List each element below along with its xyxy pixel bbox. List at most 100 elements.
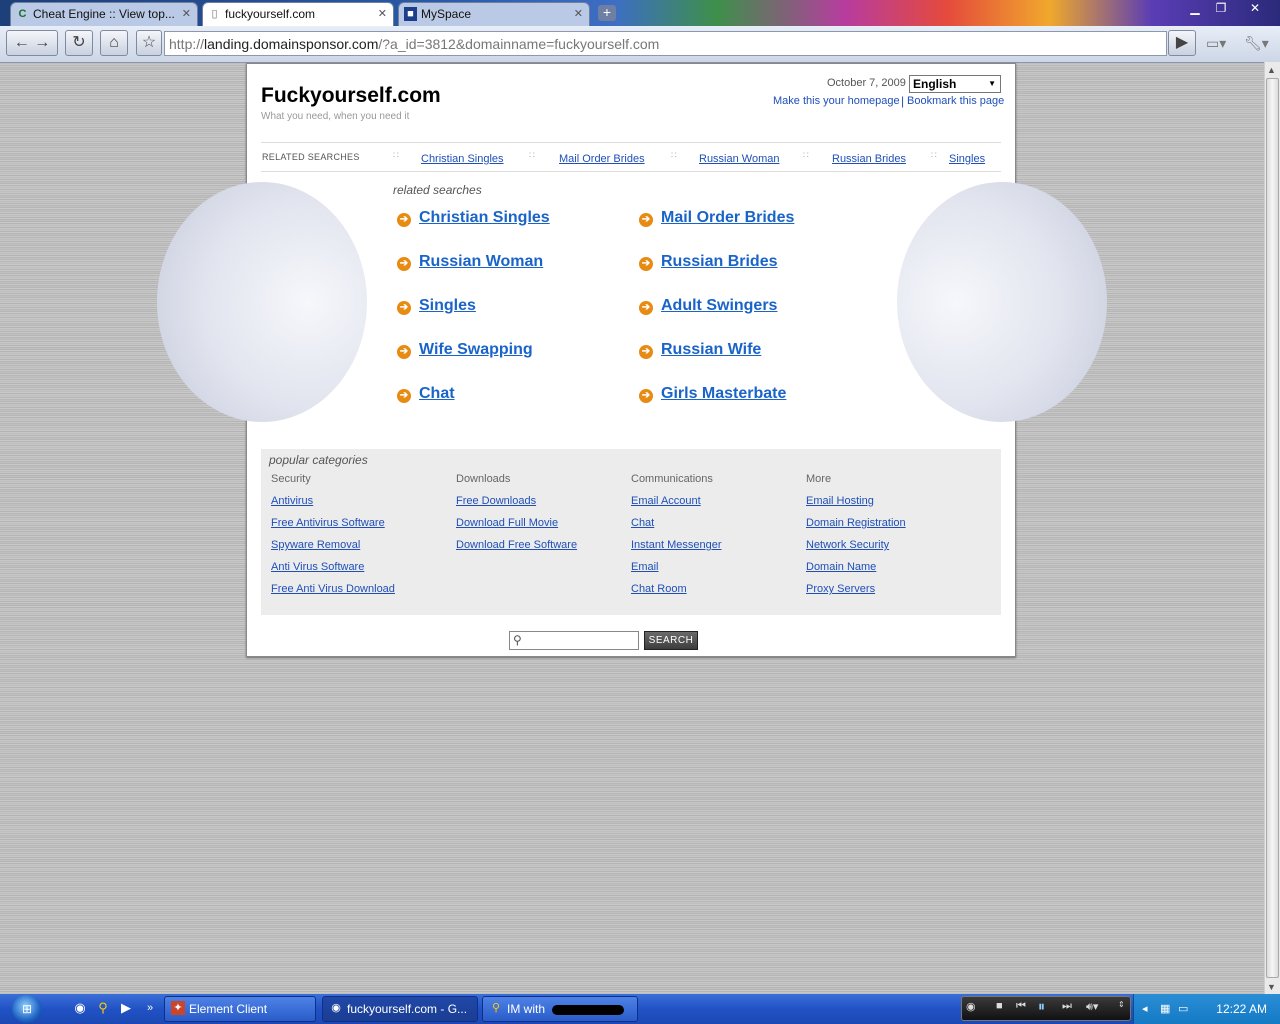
category-link[interactable]: Antivirus	[271, 495, 313, 507]
category-link[interactable]: Download Full Movie	[456, 517, 558, 529]
taskbar-button-im[interactable]: ⚲ IM with	[482, 996, 638, 1022]
show-hidden-icons-icon[interactable]: ◂	[1142, 1002, 1148, 1015]
tab-strip: C Cheat Engine :: View top... ✕ ▯ fuckyo…	[0, 0, 1280, 26]
close-icon[interactable]: ✕	[378, 3, 387, 25]
tab-fuckyourself[interactable]: ▯ fuckyourself.com ✕	[202, 2, 394, 26]
category-link[interactable]: Domain Name	[806, 561, 876, 573]
category-link[interactable]: Proxy Servers	[806, 583, 875, 595]
scroll-thumb[interactable]	[1266, 78, 1279, 978]
aim-icon: ⚲	[491, 1002, 501, 1014]
search-button[interactable]: SEARCH	[644, 631, 698, 650]
media-player-toolbar: ◉ ■ ⏮︎ ⏸︎ ⏭︎ 🔊︎▾ ⇕	[961, 996, 1131, 1021]
category-link[interactable]: Instant Messenger	[631, 539, 722, 551]
media-player-icon[interactable]: ▶	[118, 1000, 134, 1016]
site-title: Fuckyourself.com	[261, 84, 441, 107]
start-button[interactable]: ⊞	[12, 995, 42, 1023]
category-link[interactable]: Email Hosting	[806, 495, 874, 507]
related-bar-link[interactable]: Russian Woman	[699, 153, 780, 165]
new-tab-button[interactable]: +	[598, 5, 616, 21]
quick-launch-overflow-icon[interactable]: »	[142, 1000, 158, 1016]
monitor-icon[interactable]: ▭	[1178, 1002, 1188, 1015]
page-menu-icon[interactable]: ▭▾	[1206, 35, 1226, 52]
related-bar-link[interactable]: Christian Singles	[421, 153, 504, 165]
url-text[interactable]: http://landing.domainsponsor.com/?a_id=3…	[169, 32, 659, 56]
tab-myspace[interactable]: ■ MySpace ✕	[398, 2, 590, 26]
restore-player-icon[interactable]: ⇕	[1118, 1000, 1125, 1009]
category-link[interactable]: Free Anti Virus Download	[271, 583, 395, 595]
related-link[interactable]: Adult Swingers	[661, 297, 777, 315]
taskbar-button-chrome[interactable]: ◉ fuckyourself.com - G...	[322, 996, 478, 1022]
related-link[interactable]: Singles	[419, 297, 476, 315]
dots-divider: ∷	[803, 150, 809, 160]
search-input[interactable]: ⚲	[509, 631, 639, 650]
related-link[interactable]: Girls Masterbate	[661, 385, 786, 403]
restore-button[interactable]: ❐	[1208, 0, 1234, 16]
site-tagline: What you need, when you need it	[261, 111, 410, 122]
address-bar[interactable]: http://landing.domainsponsor.com/?a_id=3…	[164, 31, 1167, 56]
category-link[interactable]: Free Downloads	[456, 495, 536, 507]
make-homepage-link[interactable]: Make this your homepage	[773, 95, 900, 107]
tab-title: MySpace	[421, 7, 472, 21]
close-window-button[interactable]: ✕	[1240, 0, 1270, 16]
bookmark-page-link[interactable]: Bookmark this page	[907, 95, 1004, 107]
arrow-right-icon: ➔	[397, 301, 411, 315]
category-link[interactable]: Chat	[631, 517, 654, 529]
cheat-engine-icon: C	[18, 8, 27, 20]
decorative-circle-right	[897, 182, 1107, 422]
arrow-right-icon: ➔	[639, 213, 653, 227]
media-player-icon[interactable]: ◉	[966, 1000, 976, 1013]
pause-icon[interactable]: ⏸︎	[1038, 998, 1045, 1015]
bookmark-star-button[interactable]: ☆	[136, 30, 162, 56]
wrench-icon[interactable]: 🔧︎▾	[1244, 35, 1269, 52]
category-link[interactable]: Network Security	[806, 539, 889, 551]
network-icon[interactable]: ▦	[1160, 1002, 1170, 1015]
related-link[interactable]: Wife Swapping	[419, 341, 533, 359]
back-forward-buttons[interactable]: ← →	[6, 30, 58, 56]
page-scrollbar[interactable]: ▲ ▼	[1264, 62, 1280, 995]
back-icon[interactable]: ←	[14, 34, 30, 51]
category-link[interactable]: Download Free Software	[456, 539, 577, 551]
category-heading: Security	[271, 473, 311, 485]
related-bar-link[interactable]: Mail Order Brides	[559, 153, 645, 165]
reload-button[interactable]: ↻	[65, 30, 93, 56]
related-link[interactable]: Chat	[419, 385, 455, 403]
tab-cheat-engine[interactable]: C Cheat Engine :: View top... ✕	[10, 2, 198, 26]
category-link[interactable]: Email Account	[631, 495, 701, 507]
minimize-button[interactable]: ▁	[1182, 0, 1208, 16]
related-link[interactable]: Mail Order Brides	[661, 209, 794, 227]
scroll-down-icon[interactable]: ▼	[1267, 982, 1276, 992]
clock[interactable]: 12:22 AM	[1216, 1002, 1267, 1016]
taskbar-button-element-client[interactable]: ✦ Element Client	[164, 996, 316, 1022]
related-bar-link[interactable]: Russian Brides	[832, 153, 906, 165]
related-bar-link[interactable]: Singles	[949, 153, 985, 165]
volume-icon[interactable]: 🔊︎▾	[1086, 1000, 1098, 1014]
category-link[interactable]: Free Antivirus Software	[271, 517, 385, 529]
taskbar-button-label: Element Client	[189, 1002, 268, 1016]
home-button[interactable]: ⌂	[100, 30, 128, 56]
category-link[interactable]: Spyware Removal	[271, 539, 360, 551]
category-link[interactable]: Anti Virus Software	[271, 561, 364, 573]
category-link[interactable]: Domain Registration	[806, 517, 906, 529]
scroll-up-icon[interactable]: ▲	[1267, 65, 1276, 75]
close-icon[interactable]: ✕	[574, 3, 583, 25]
related-link[interactable]: Russian Wife	[661, 341, 761, 359]
previous-icon[interactable]: ⏮︎	[1016, 1000, 1026, 1013]
category-link[interactable]: Chat Room	[631, 583, 687, 595]
category-link[interactable]: Email	[631, 561, 659, 573]
aim-icon[interactable]: ⚲	[95, 1000, 111, 1016]
page-icon: ▯	[211, 8, 218, 20]
related-link[interactable]: Russian Woman	[419, 253, 543, 271]
next-icon[interactable]: ⏭︎	[1062, 1000, 1072, 1013]
language-value: English	[913, 77, 957, 91]
close-icon[interactable]: ✕	[182, 3, 191, 25]
related-link[interactable]: Christian Singles	[419, 209, 550, 227]
related-link[interactable]: Russian Brides	[661, 253, 777, 271]
stop-icon[interactable]: ■	[996, 1000, 1003, 1012]
chrome-icon[interactable]: ◉	[72, 1000, 88, 1016]
language-select[interactable]: English ▼	[909, 75, 1001, 93]
forward-icon[interactable]: →	[34, 34, 50, 51]
go-button[interactable]: ▶	[1168, 30, 1196, 56]
myspace-icon: ■	[404, 7, 417, 21]
dots-divider: ∷	[671, 150, 677, 160]
category-heading: Downloads	[456, 473, 511, 485]
